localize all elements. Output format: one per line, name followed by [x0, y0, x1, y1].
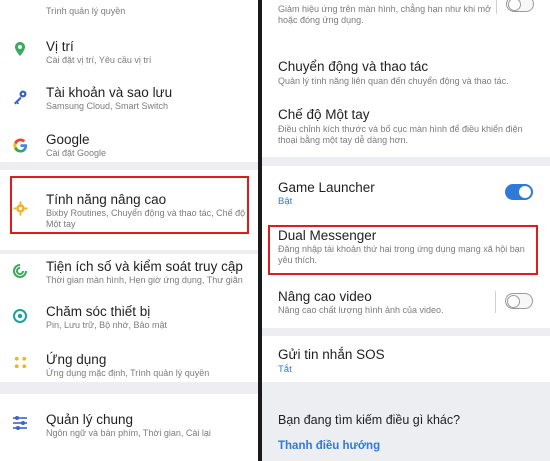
settings-item-dual-messenger[interactable]: Dual Messenger Đăng nhập tài khoản thứ h…: [262, 226, 550, 271]
device-care-icon: [12, 308, 28, 324]
settings-item-location[interactable]: Vị trí Cài đặt vị trí, Yêu cầu vị trí: [0, 36, 258, 74]
settings-item-title: Quản lý chung: [46, 412, 134, 427]
settings-item-title: Ứng dụng: [46, 352, 107, 367]
settings-item-title: Tiện ích số và kiểm soát truy cập: [46, 259, 243, 274]
settings-item-digital-wellbeing[interactable]: Tiện ích số và kiểm soát truy cập Thời g…: [0, 258, 258, 296]
settings-list-panel: Trình quản lý quyền Vị trí Cài đặt vị tr…: [0, 0, 258, 461]
settings-item-subtitle: Bixby Routines, Chuyển động và thao tác,…: [46, 208, 246, 229]
settings-item-subtitle: Pin, Lưu trữ, Bộ nhớ, Bảo mật: [46, 320, 168, 330]
settings-item-title: Tính năng nâng cao: [46, 192, 167, 207]
game-launcher-toggle[interactable]: [505, 184, 533, 200]
settings-item-google[interactable]: Google Cài đặt Google: [0, 132, 258, 162]
divider: [495, 291, 496, 313]
settings-item-subtitle: Điều chỉnh kích thước và bố cục màn hình…: [278, 124, 523, 145]
settings-item-title: Vị trí: [46, 39, 74, 54]
settings-item-send-sos[interactable]: Gửi tin nhắn SOS Tắt: [262, 344, 550, 380]
settings-item-advanced-features[interactable]: Tính năng nâng cao Bixby Routines, Chuyể…: [0, 180, 258, 240]
settings-item-title: Chế độ Một tay: [278, 107, 370, 122]
apps-icon: [12, 354, 28, 370]
settings-item-subtitle: Cài đặt Google: [46, 148, 107, 158]
settings-item-title: Dual Messenger: [278, 228, 377, 243]
settings-item-subtitle: Ngôn ngữ và bàn phím, Thời gian, Cài lại: [46, 428, 211, 438]
settings-item-reduce-animations[interactable]: Giảm hiệu ứng trên màn hình, chẳng hạn n…: [262, 0, 550, 28]
settings-item-subtitle: Đăng nhập tài khoản thứ hai trong ứng dụ…: [278, 244, 525, 265]
settings-item-subtitle: Giảm hiệu ứng trên màn hình, chẳng hạn n…: [278, 4, 492, 25]
reduce-animations-toggle[interactable]: [506, 0, 534, 12]
settings-item-title: Tài khoản và sao lưu: [46, 85, 173, 100]
general-management-icon: [12, 415, 28, 431]
advanced-features-icon: [12, 200, 28, 216]
settings-item-title: Chuyển động và thao tác: [278, 59, 429, 74]
settings-item-subtitle: Samsung Cloud, Smart Switch: [46, 101, 169, 111]
settings-item-permissions[interactable]: Trình quản lý quyền: [0, 0, 258, 20]
location-pin-icon: [12, 41, 28, 57]
navigation-bar-link[interactable]: Thanh điều hướng: [278, 440, 380, 452]
sos-status: Tắt: [278, 364, 292, 375]
settings-item-title: Nâng cao video: [278, 289, 372, 304]
settings-item-title: Chăm sóc thiết bị: [46, 304, 151, 319]
settings-item-subtitle: Trình quản lý quyền: [46, 6, 126, 16]
settings-item-title: Gửi tin nhắn SOS: [278, 347, 385, 362]
settings-item-subtitle: Nâng cao chất lượng hình ảnh của video.: [278, 305, 444, 315]
search-suggestion-heading: Bạn đang tìm kiếm điều gì khác?: [278, 413, 461, 427]
video-enhancer-toggle[interactable]: [505, 293, 533, 309]
settings-item-subtitle: Ứng dụng mặc định, Trình quản lý quyền: [46, 368, 210, 378]
settings-item-device-care[interactable]: Chăm sóc thiết bị Pin, Lưu trữ, Bộ nhớ, …: [0, 303, 258, 341]
settings-item-motions-gestures[interactable]: Chuyển động và thao tác Quản lý tính năn…: [262, 55, 550, 93]
settings-item-general-management[interactable]: Quản lý chung Ngôn ngữ và bàn phím, Thời…: [0, 409, 258, 449]
settings-item-subtitle: Thời gian màn hình, Hẹn giờ ứng dụng, Th…: [46, 275, 243, 285]
game-launcher-status: Bật: [278, 196, 293, 207]
divider: [496, 0, 497, 14]
settings-item-title: Google: [46, 132, 90, 147]
digital-wellbeing-icon: [12, 263, 28, 279]
settings-item-subtitle: Cài đặt vị trí, Yêu cầu vị trí: [46, 55, 152, 65]
settings-item-game-launcher[interactable]: Game Launcher Bật: [262, 176, 550, 212]
key-icon: [12, 89, 28, 105]
settings-item-apps[interactable]: Ứng dụng Ứng dụng mặc định, Trình quản l…: [0, 349, 258, 387]
settings-item-subtitle: Quản lý tính năng liên quan đến chuyển đ…: [278, 76, 509, 86]
advanced-features-panel: Giảm hiệu ứng trên màn hình, chẳng hạn n…: [262, 0, 550, 461]
settings-item-accounts[interactable]: Tài khoản và sao lưu Samsung Cloud, Smar…: [0, 84, 258, 122]
settings-item-title: Game Launcher: [278, 180, 375, 195]
settings-item-video-enhancer[interactable]: Nâng cao video Nâng cao chất lượng hình …: [262, 287, 550, 323]
google-icon: [12, 137, 28, 153]
settings-item-one-handed-mode[interactable]: Chế độ Một tay Điều chỉnh kích thước và …: [262, 103, 550, 153]
